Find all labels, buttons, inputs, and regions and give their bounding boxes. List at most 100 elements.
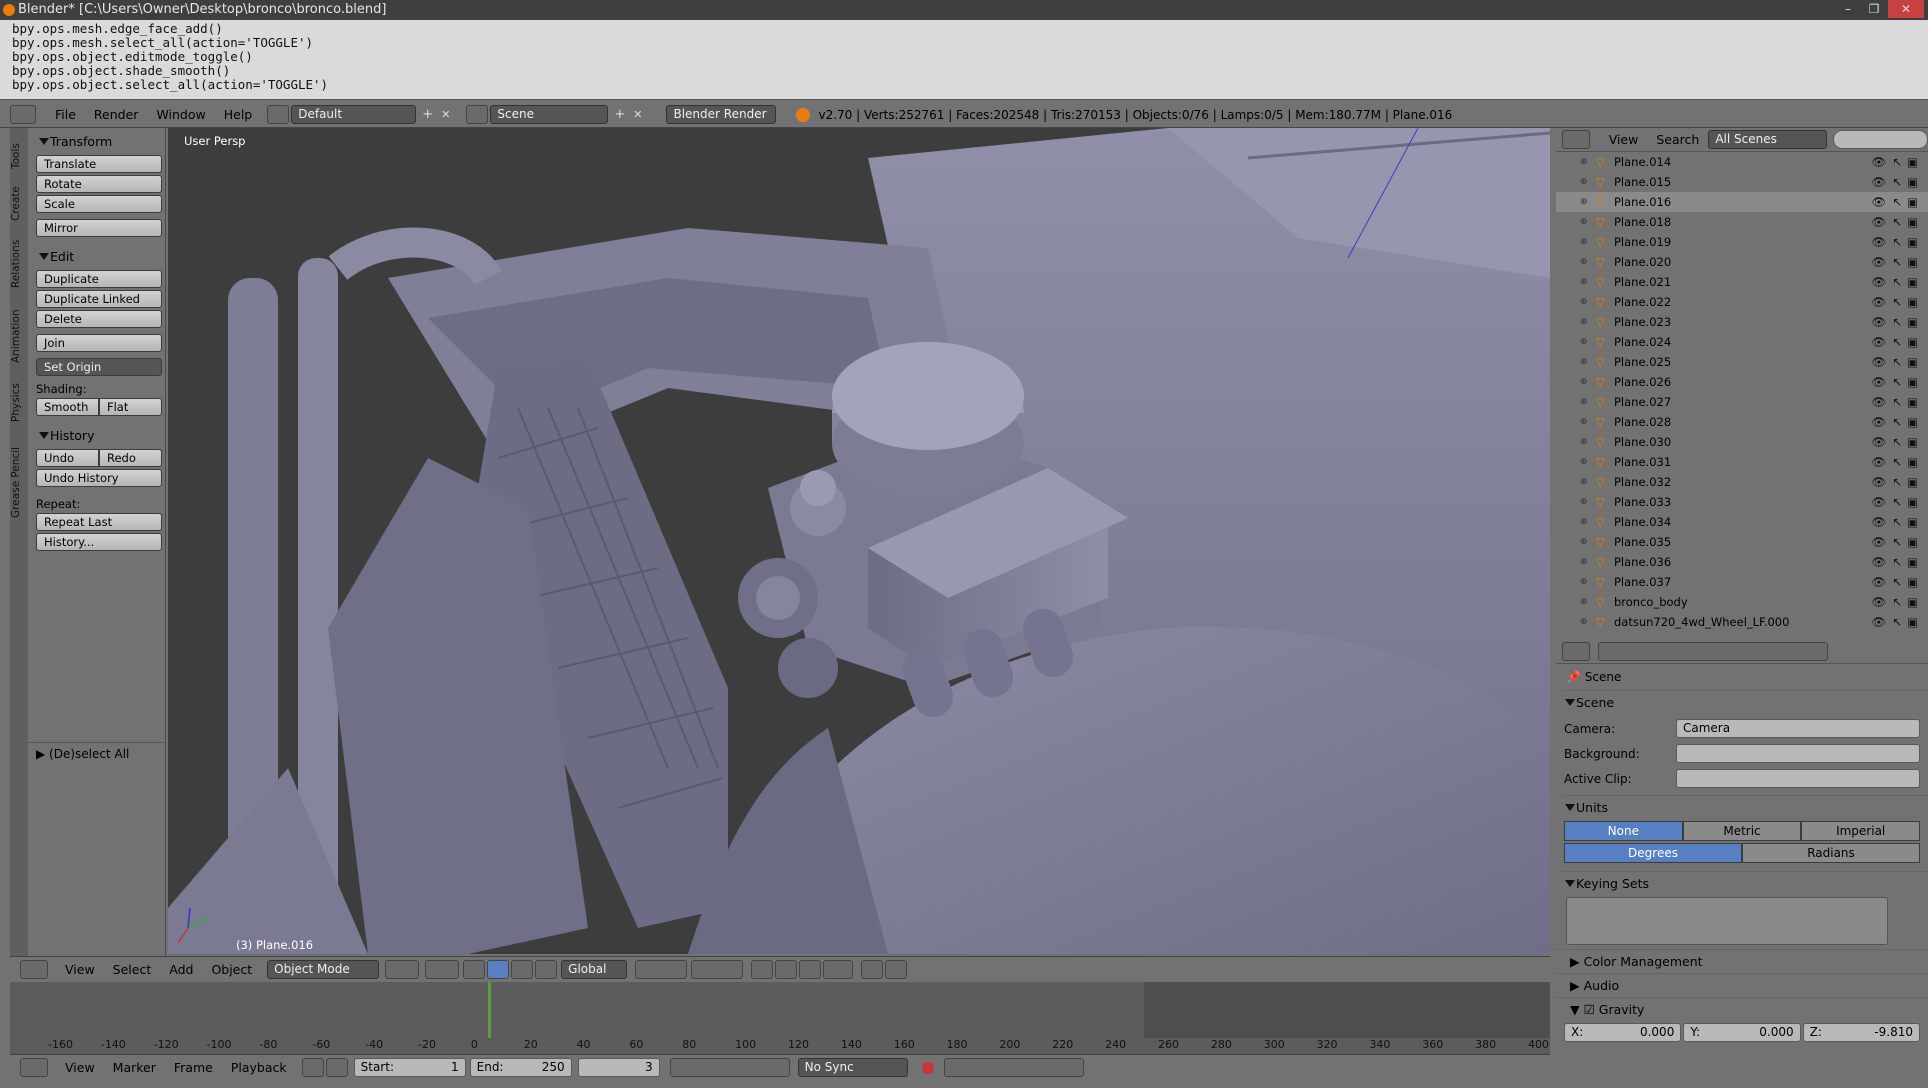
outliner-item[interactable]: ⊕ ▽ Plane.019 👁 ↖ ▣	[1556, 232, 1928, 252]
repeat-last-button[interactable]: Repeat Last	[36, 513, 162, 531]
start-frame-field[interactable]: Start: 1	[353, 1058, 466, 1077]
eye-icon[interactable]: 👁	[1871, 192, 1886, 212]
render-opengl-icon[interactable]	[861, 960, 884, 979]
outliner-item[interactable]: ⊕ ▽ Plane.031 👁 ↖ ▣	[1556, 452, 1928, 472]
outliner-item[interactable]: ⊕ ▽ Plane.022 👁 ↖ ▣	[1556, 292, 1928, 312]
expand-icon[interactable]: ⊕	[1580, 212, 1588, 232]
radians-button[interactable]: Radians	[1742, 843, 1920, 863]
search-input[interactable]	[1833, 130, 1928, 149]
expand-icon[interactable]: ⊕	[1580, 592, 1588, 612]
cursor-icon[interactable]: ↖	[1892, 312, 1902, 332]
delete-button[interactable]: Delete	[36, 310, 162, 328]
cursor-icon[interactable]: ↖	[1892, 472, 1902, 492]
outliner-item-label[interactable]: Plane.034	[1614, 512, 1671, 532]
sync-mode-select[interactable]: No Sync	[797, 1058, 908, 1077]
close-button[interactable]: ✕	[1888, 0, 1924, 18]
menu-view[interactable]: View	[56, 1060, 104, 1075]
eye-icon[interactable]: 👁	[1871, 552, 1886, 572]
outliner-item-label[interactable]: Plane.035	[1614, 532, 1671, 552]
expand-icon[interactable]: ⊕	[1580, 192, 1588, 212]
cursor-icon[interactable]: ↖	[1892, 252, 1902, 272]
lock-icon[interactable]	[325, 1058, 348, 1077]
render-icon[interactable]: ▣	[1907, 512, 1918, 532]
expand-icon[interactable]: ⊕	[1580, 532, 1588, 552]
outliner-item-label[interactable]: Plane.031	[1614, 452, 1671, 472]
outliner-item-label[interactable]: bronco_body	[1614, 592, 1688, 612]
join-button[interactable]: Join	[36, 334, 162, 352]
editor-type-icon[interactable]	[10, 105, 36, 124]
render-animation-icon[interactable]	[885, 960, 908, 979]
render-icon[interactable]: ▣	[1907, 232, 1918, 252]
render-icon[interactable]: ▣	[1907, 432, 1918, 452]
render-icon[interactable]: ▣	[1907, 372, 1918, 392]
outliner-item[interactable]: ⊕ ▽ datsun720_4wd_Wheel_LF.000 👁 ↖ ▣	[1556, 612, 1928, 632]
expand-icon[interactable]: ⊕	[1580, 412, 1588, 432]
render-icon[interactable]: ▣	[1907, 612, 1918, 632]
cursor-icon[interactable]: ↖	[1892, 212, 1902, 232]
expand-icon[interactable]: ⊕	[1580, 272, 1588, 292]
render-icon[interactable]: ▣	[1907, 352, 1918, 372]
scene-field[interactable]: Scene	[490, 105, 609, 124]
outliner-item[interactable]: ⊕ ▽ Plane.035 👁 ↖ ▣	[1556, 532, 1928, 552]
cursor-icon[interactable]: ↖	[1892, 552, 1902, 572]
tab-tools[interactable]: Tools	[10, 136, 28, 176]
outliner-item[interactable]: ⊕ ▽ bronco_body 👁 ↖ ▣	[1556, 592, 1928, 612]
lock-camera-icon[interactable]	[751, 960, 774, 979]
outliner-item[interactable]: ⊕ ▽ Plane.037 👁 ↖ ▣	[1556, 572, 1928, 592]
units-none-button[interactable]: None	[1564, 821, 1683, 841]
outliner-item-label[interactable]: Plane.015	[1614, 172, 1671, 192]
gravity-x-field[interactable]: X: 0.000	[1564, 1023, 1682, 1042]
translate-button[interactable]: Translate	[36, 155, 162, 173]
eye-icon[interactable]: 👁	[1871, 592, 1886, 612]
expand-icon[interactable]: ⊕	[1580, 452, 1588, 472]
render-icon[interactable]: ▣	[1907, 212, 1918, 232]
last-operator-panel[interactable]: ▶ (De)select All	[28, 742, 164, 761]
eye-icon[interactable]: 👁	[1871, 392, 1886, 412]
scale-button[interactable]: Scale	[36, 195, 162, 213]
orientation-select[interactable]: Global	[561, 960, 628, 979]
menu-file[interactable]: File	[46, 107, 85, 122]
scene-panel-title[interactable]: Scene	[1562, 690, 1928, 714]
outliner-item[interactable]: ⊕ ▽ Plane.034 👁 ↖ ▣	[1556, 512, 1928, 532]
eye-icon[interactable]: 👁	[1871, 472, 1886, 492]
tab-grease-pencil[interactable]: Grease Pencil	[10, 434, 28, 530]
expand-icon[interactable]: ⊕	[1580, 432, 1588, 452]
redo-button[interactable]: Redo	[99, 449, 162, 467]
outliner-item-label[interactable]: Plane.032	[1614, 472, 1671, 492]
outliner-item-label[interactable]: Plane.037	[1614, 572, 1671, 592]
render-icon[interactable]: ▣	[1907, 332, 1918, 352]
tab-animation[interactable]: Animation	[10, 300, 28, 372]
outliner-item[interactable]: ⊕ ▽ Plane.023 👁 ↖ ▣	[1556, 312, 1928, 332]
remove-layout-icon[interactable]: ✕	[441, 108, 450, 121]
render-icon[interactable]: ▣	[1907, 412, 1918, 432]
outliner-item[interactable]: ⊕ ▽ Plane.030 👁 ↖ ▣	[1556, 432, 1928, 452]
expand-icon[interactable]: ⊕	[1580, 312, 1588, 332]
outliner-item[interactable]: ⊕ ▽ Plane.025 👁 ↖ ▣	[1556, 352, 1928, 372]
outliner-item[interactable]: ⊕ ▽ Plane.026 👁 ↖ ▣	[1556, 372, 1928, 392]
outliner-item[interactable]: ⊕ ▽ Plane.033 👁 ↖ ▣	[1556, 492, 1928, 512]
outliner-item[interactable]: ⊕ ▽ Plane.016 👁 ↖ ▣	[1556, 192, 1928, 212]
cursor-icon[interactable]: ↖	[1892, 572, 1902, 592]
eye-icon[interactable]: 👁	[1871, 612, 1886, 632]
context-tabs-icon[interactable]	[1598, 642, 1828, 661]
transform-panel-title[interactable]: Transform	[36, 130, 162, 153]
render-icon[interactable]: ▣	[1907, 272, 1918, 292]
maximize-button[interactable]: ❐	[1862, 0, 1886, 18]
scene-icon[interactable]	[466, 105, 489, 124]
eye-icon[interactable]: 👁	[1871, 492, 1886, 512]
render-icon[interactable]: ▣	[1907, 252, 1918, 272]
menu-object[interactable]: Object	[202, 962, 261, 977]
eye-icon[interactable]: 👁	[1871, 212, 1886, 232]
tab-physics[interactable]: Physics	[10, 376, 28, 430]
render-icon[interactable]: ▣	[1907, 392, 1918, 412]
keying-sets-panel-title[interactable]: Keying Sets	[1562, 871, 1928, 895]
units-metric-button[interactable]: Metric	[1682, 821, 1802, 841]
outliner-item-label[interactable]: datsun720_4wd_Wheel_LF.000	[1614, 612, 1789, 632]
layers-icon[interactable]	[691, 960, 744, 979]
remove-scene-icon[interactable]: ✕	[633, 108, 642, 121]
rotate-button[interactable]: Rotate	[36, 175, 162, 193]
cursor-icon[interactable]: ↖	[1892, 612, 1902, 632]
undo-button[interactable]: Undo	[36, 449, 99, 467]
cursor-icon[interactable]: ↖	[1892, 452, 1902, 472]
manipulator-icon[interactable]	[463, 960, 486, 979]
